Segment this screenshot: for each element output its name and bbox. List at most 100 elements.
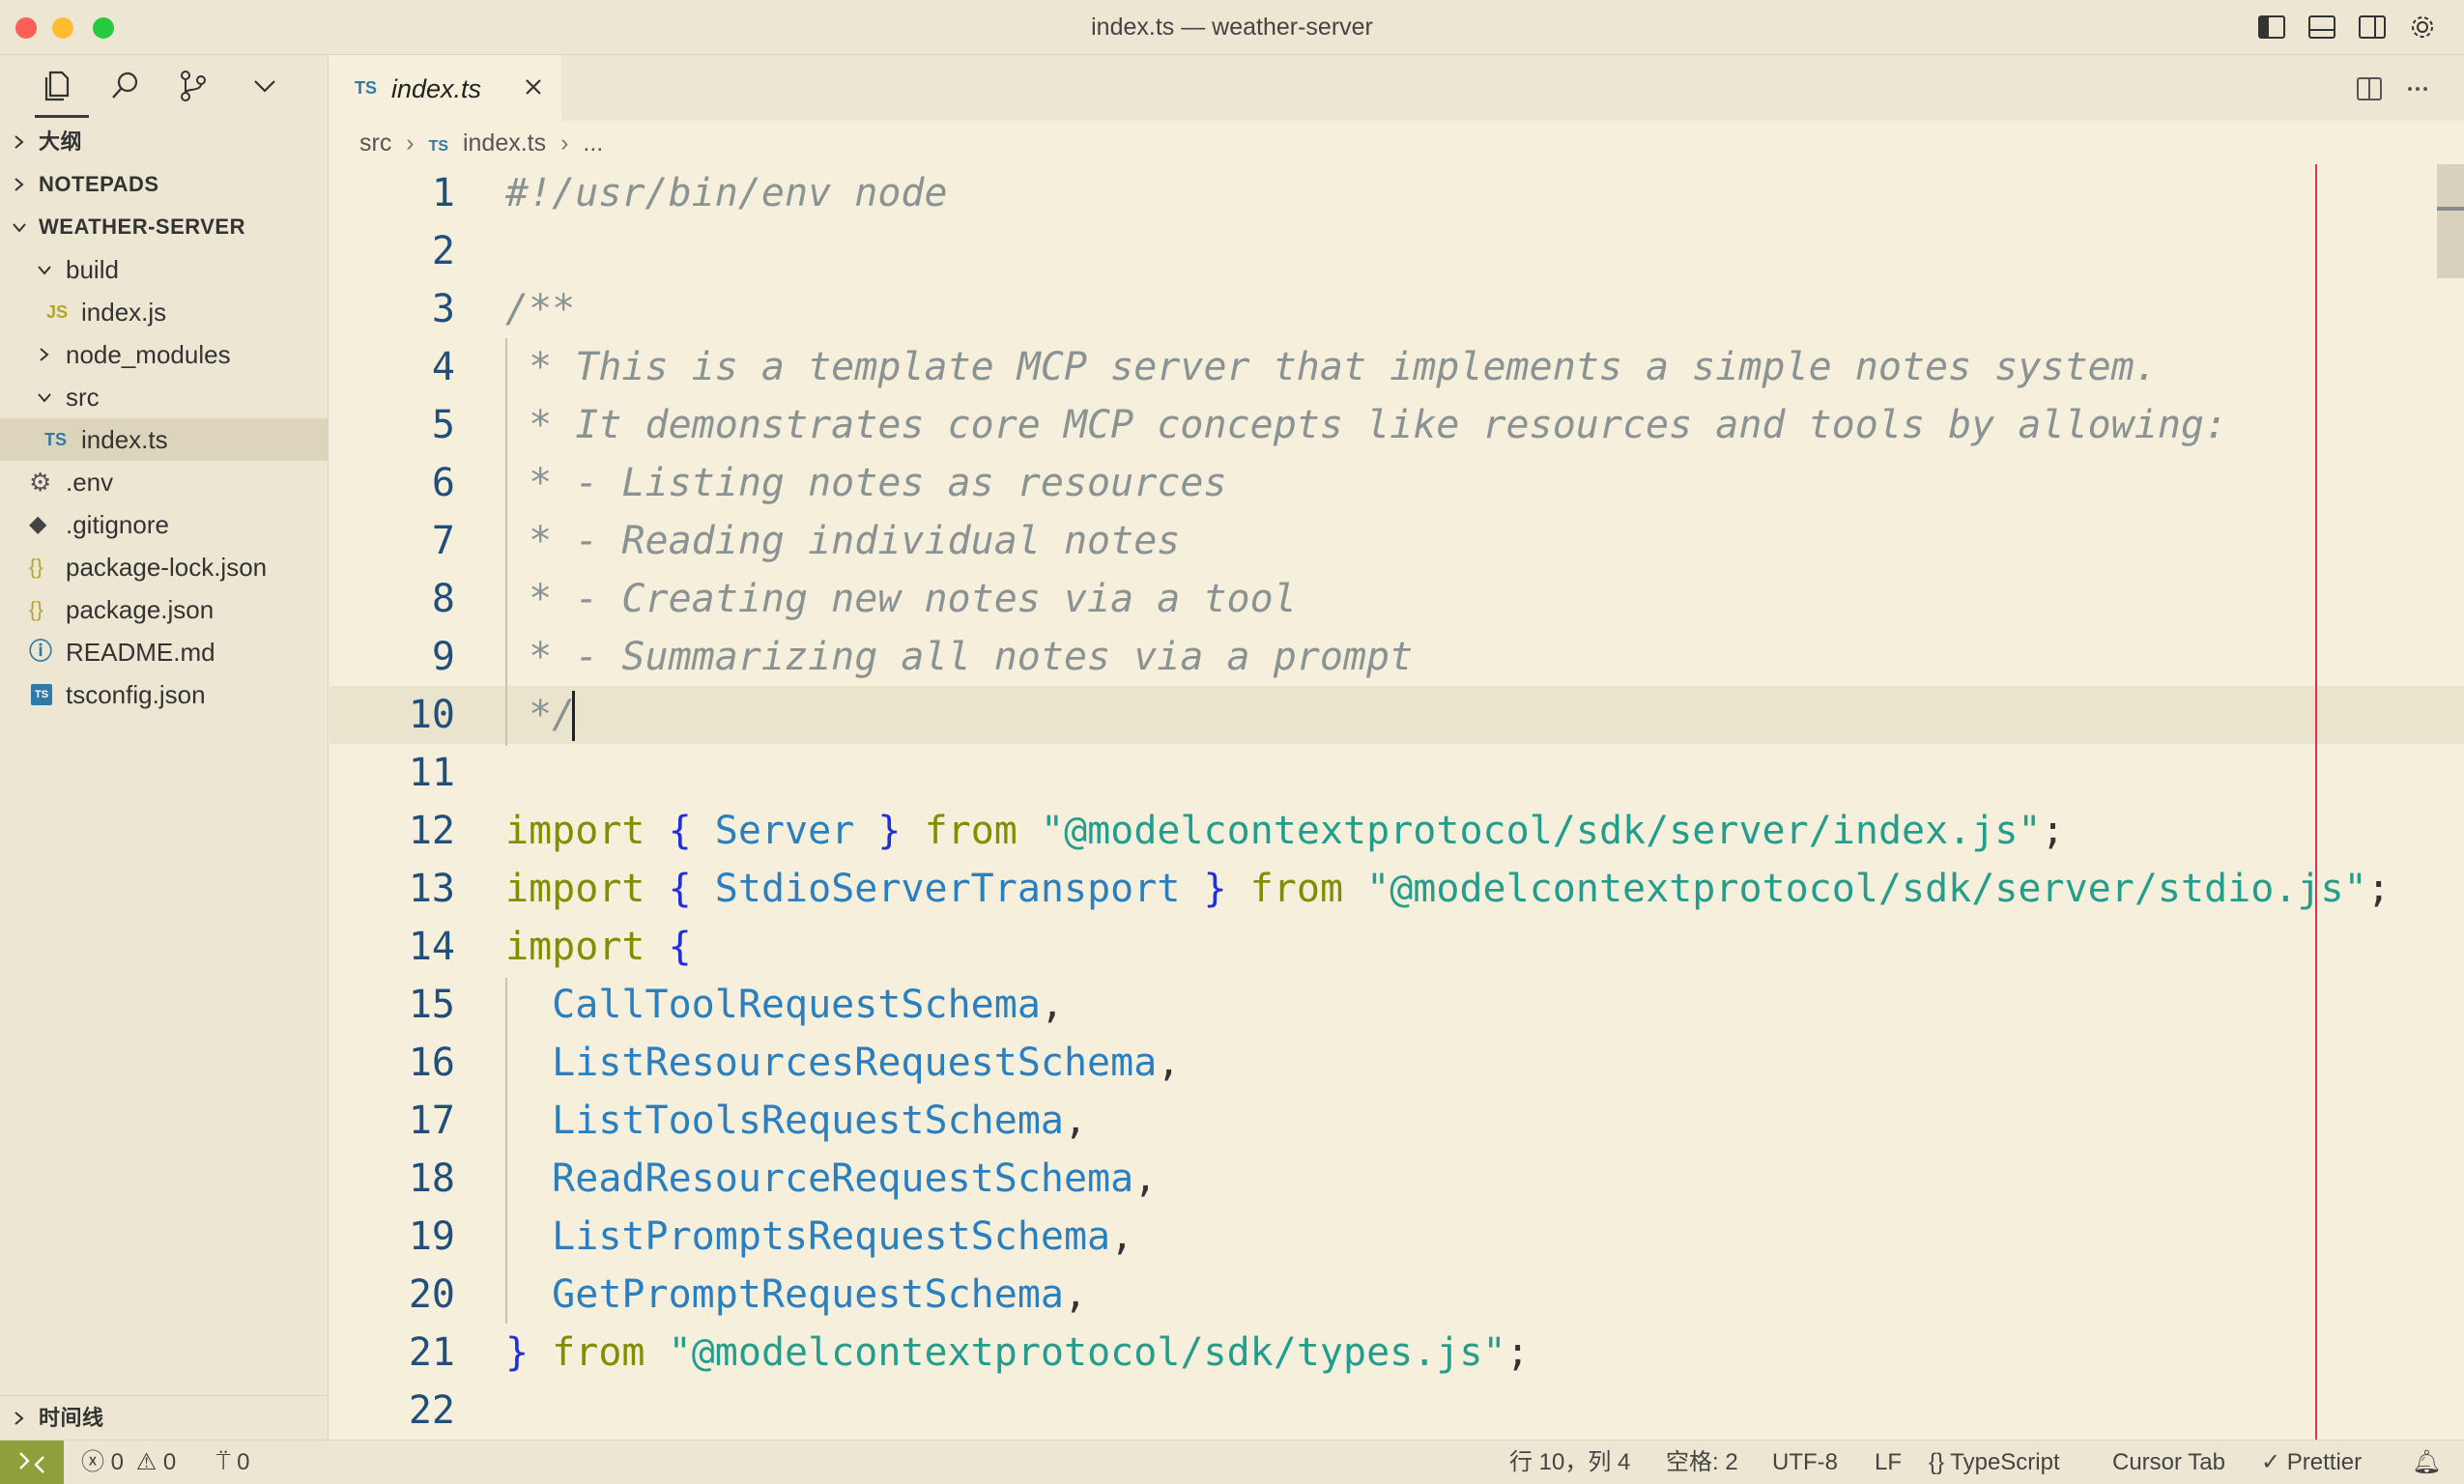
line-content: * - Creating new notes via a tool [505,570,1297,628]
code-token: */ [505,693,576,737]
chevron-down-icon [35,248,54,291]
code-line[interactable]: 18 ReadResourceRequestSchema, [329,1150,2464,1208]
code-line[interactable]: 10 */ [329,686,2464,744]
tree-file-build-index-js[interactable]: JS index.js [0,291,329,333]
code-line[interactable]: 13 import { StdioServerTransport } from "… [329,860,2464,918]
split-editor-icon[interactable] [2355,74,2384,103]
notepads-section-header[interactable]: NOTEPADS [0,163,329,206]
eol-setting[interactable]: LF [1875,1441,1902,1484]
code-token: , [1110,1214,1134,1259]
timeline-section-header[interactable]: 时间线 [0,1397,329,1440]
tree-file-package-lock-json[interactable]: {} package-lock.json [0,546,329,588]
prettier-status[interactable]: ✓ Prettier [2261,1441,2362,1484]
code-token: ; [2366,867,2391,911]
line-number: 16 [408,1041,455,1085]
more-actions-icon[interactable] [2403,74,2432,103]
line-content: * - Reading individual notes [505,512,1180,570]
git-icon: ◆ [29,511,47,537]
code-line[interactable]: 7 * - Reading individual notes [329,512,2464,570]
line-number: 2 [431,229,455,273]
line-number: 15 [408,983,455,1027]
code-line[interactable]: 3 /** [329,280,2464,338]
cursor-position[interactable]: 行 10，列 4 [1509,1441,1630,1484]
toggle-panel-icon[interactable] [2307,14,2336,41]
code-editor[interactable]: 1 #!/usr/bin/env node 2 3 /** 4 * This is a t… [329,164,2464,1440]
indentation-setting[interactable]: 空格: 2 [1666,1441,1738,1484]
code-line[interactable]: 11 [329,744,2464,802]
code-line[interactable]: 15 CallToolRequestSchema, [329,976,2464,1034]
code-line[interactable]: 17 ListToolsRequestSchema, [329,1092,2464,1150]
line-content: import { [505,918,692,976]
toggle-primary-sidebar-icon[interactable] [2257,14,2286,41]
code-line[interactable]: 8 * - Creating new notes via a tool [329,570,2464,628]
editor-tab-strip: TS index.ts [329,55,2464,121]
code-line[interactable]: 4 * This is a template MCP server that i… [329,338,2464,396]
line-content: ListToolsRequestSchema, [505,1092,1087,1150]
search-icon[interactable] [106,67,145,105]
tree-file-package-json[interactable]: {} package.json [0,588,329,631]
code-line[interactable]: 19 ListPromptsRequestSchema, [329,1208,2464,1266]
close-icon[interactable] [519,72,548,101]
tree-file-env[interactable]: ⚙ .env [0,461,329,503]
code-line[interactable]: 20 GetPromptRequestSchema, [329,1266,2464,1324]
tree-file-label: .env [66,468,114,497]
code-line[interactable]: 22 [329,1382,2464,1440]
tree-file-gitignore[interactable]: ◆ .gitignore [0,503,329,546]
code-line[interactable]: 21} from "@modelcontextprotocol/sdk/type… [329,1324,2464,1382]
language-mode[interactable]: {} TypeScript [1929,1441,2060,1484]
code-token: "@modelcontextprotocol/sdk/server/stdio.… [1366,867,2367,911]
encoding-setting[interactable]: UTF-8 [1772,1441,1838,1484]
breadcrumb-symbols[interactable]: ... [583,124,603,162]
code-line[interactable]: 14 import { [329,918,2464,976]
code-line[interactable]: 6 * - Listing notes as resources [329,454,2464,512]
vertical-scrollbar[interactable] [2437,164,2464,278]
tree-folder-label: src [66,383,100,412]
code-token: ListPromptsRequestSchema [552,1214,1111,1259]
line-content: #!/usr/bin/env node [505,164,948,222]
tree-folder-node-modules[interactable]: node_modules [0,333,329,376]
problems-indicator[interactable]: ⓧ 0 ⚠ 0 [81,1441,176,1484]
code-line[interactable]: 16 ListResourcesRequestSchema, [329,1034,2464,1092]
tree-folder-src[interactable]: src [0,376,329,418]
text-cursor [572,691,575,741]
settings-gear-icon[interactable] [2408,14,2437,41]
chevron-down-icon [10,206,29,248]
code-line[interactable]: 12 import { Server } from "@modelcontextp… [329,802,2464,860]
notifications-bell-icon[interactable]: 🔔︎ [2412,1441,2441,1484]
breadcrumb-file[interactable]: index.ts [463,124,546,162]
code-line[interactable]: 1 #!/usr/bin/env node [329,164,2464,222]
ports-indicator[interactable]: ⍡ 0 [216,1441,249,1484]
tree-folder-build[interactable]: build [0,248,329,291]
code-line[interactable]: 2 [329,222,2464,280]
line-number: 1 [431,171,455,215]
chevron-right-icon [10,1397,29,1440]
code-line[interactable]: 9 * - Summarizing all notes via a prompt [329,628,2464,686]
project-section-header[interactable]: WEATHER-SERVER [0,206,329,248]
remote-indicator[interactable] [0,1441,64,1484]
tree-file-readme[interactable]: ⓘ README.md [0,631,329,673]
code-line[interactable]: 5 * It demonstrates core MCP concepts li… [329,396,2464,454]
language-label: TypeScript [1950,1449,2060,1475]
tree-file-src-index-ts[interactable]: TS index.ts [0,418,329,461]
code-token: { [668,867,692,911]
code-token: from [1249,867,1344,911]
tab-index-ts[interactable]: TS index.ts [329,55,561,121]
line-content: * - Summarizing all notes via a prompt [505,628,1413,686]
breadcrumb-folder[interactable]: src [359,124,391,162]
cursor-tab-status[interactable]: Cursor Tab [2112,1441,2225,1484]
explorer-files-icon[interactable] [39,67,77,105]
toggle-secondary-sidebar-icon[interactable] [2358,14,2387,41]
source-control-icon[interactable] [174,67,213,105]
outline-section-header[interactable]: 大纲 [0,121,329,163]
tree-file-tsconfig[interactable]: TS tsconfig.json [0,673,329,716]
chevron-down-icon[interactable] [245,67,284,105]
